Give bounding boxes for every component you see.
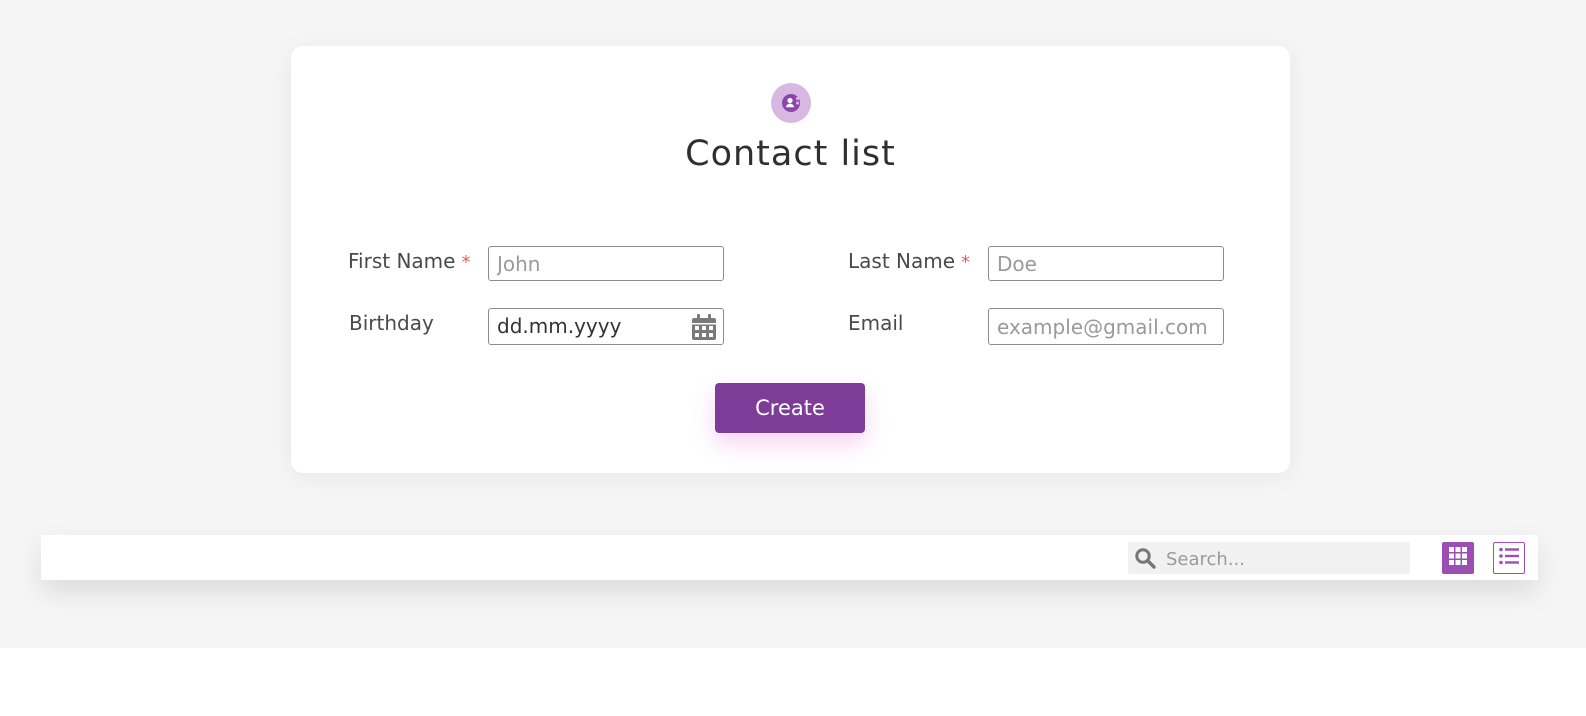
email-label: Email [848, 311, 904, 335]
birthday-date-input[interactable]: dd.mm.yyyy [488, 308, 724, 345]
last-name-label: Last Name * [848, 249, 970, 273]
first-name-label-text: First Name [348, 249, 456, 273]
first-name-label: First Name * [348, 249, 470, 273]
grid-view-button[interactable] [1442, 542, 1474, 574]
first-name-input[interactable] [488, 246, 724, 281]
search-input[interactable] [1164, 542, 1408, 576]
first-name-required-mark: * [461, 252, 471, 273]
search-icon [1134, 547, 1156, 569]
create-button[interactable]: Create [715, 383, 865, 433]
list-view-icon [1498, 545, 1520, 571]
grid-view-icon [1447, 545, 1469, 571]
contacts-toolbar [41, 535, 1538, 580]
page-title: Contact list [685, 134, 896, 174]
last-name-required-mark: * [961, 252, 971, 273]
contact-form-card: Contact list First Name* Last Name* Birt… [291, 46, 1290, 473]
email-input[interactable] [988, 308, 1224, 345]
birthday-date-value: dd.mm.yyyy [497, 314, 622, 338]
last-name-input[interactable] [988, 246, 1224, 281]
last-name-label-text: Last Name [848, 249, 956, 273]
calendar-icon[interactable] [691, 313, 717, 341]
search-box [1128, 542, 1410, 576]
contact-avatar-icon [771, 83, 811, 123]
birthday-label: Birthday [349, 311, 434, 335]
list-view-button[interactable] [1493, 542, 1525, 574]
